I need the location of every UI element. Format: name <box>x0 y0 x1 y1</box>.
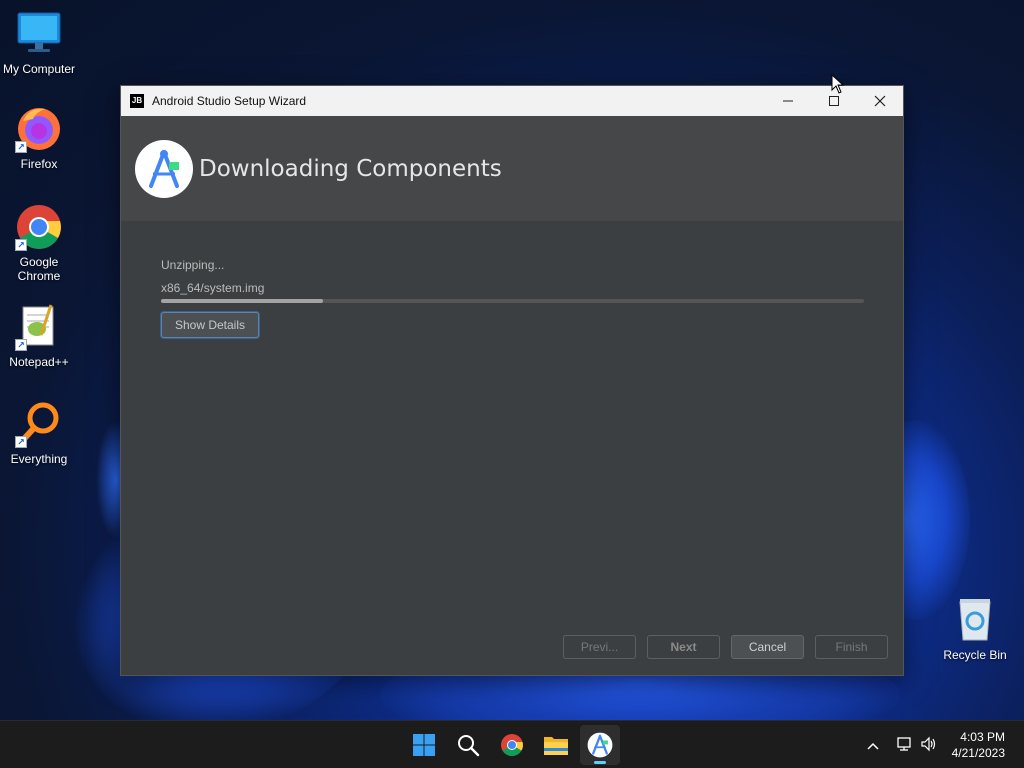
desktop-icon-label: Firefox <box>20 157 58 171</box>
previous-button[interactable]: Previ... <box>563 635 636 659</box>
taskbar: 4:03 PM 4/21/2023 <box>0 720 1024 768</box>
progress-bar <box>161 299 864 303</box>
clock-time: 4:03 PM <box>960 730 1005 744</box>
monitor-icon <box>15 10 63 58</box>
everything-search-icon: ↗ <box>15 400 63 448</box>
shortcut-arrow-icon: ↗ <box>15 141 27 153</box>
status-text: Unzipping... <box>161 258 225 272</box>
shortcut-arrow-icon: ↗ <box>15 339 27 351</box>
windows-start-icon <box>413 734 435 756</box>
window-title: Android Studio Setup Wizard <box>152 94 307 108</box>
search-icon <box>458 735 480 757</box>
desktop-icon-label: Notepad++ <box>9 355 69 369</box>
wizard-header: Downloading Components <box>121 116 903 221</box>
taskbar-file-explorer-button[interactable] <box>536 725 576 765</box>
chrome-icon <box>501 734 523 756</box>
system-tray: 4:03 PM 4/21/2023 <box>862 721 1024 768</box>
desktop-icon-recycle-bin[interactable]: Recycle Bin <box>935 596 1015 662</box>
minimize-icon <box>783 100 793 102</box>
shortcut-arrow-icon: ↗ <box>15 239 27 251</box>
page-title: Downloading Components <box>199 155 502 182</box>
desktop-icon-firefox[interactable]: ↗ Firefox <box>0 105 79 171</box>
file-explorer-icon <box>544 737 568 755</box>
mouse-cursor-icon <box>831 73 845 99</box>
minimize-button[interactable] <box>765 86 811 116</box>
desktop-icon-google-chrome[interactable]: ↗ Google Chrome <box>0 203 79 283</box>
desktop-icon-label: Google Chrome <box>17 255 61 283</box>
show-details-button[interactable]: Show Details <box>161 312 259 338</box>
recycle-bin-icon <box>951 596 999 644</box>
show-hidden-icons-chevron-up-icon[interactable] <box>862 737 884 753</box>
desktop-icon-notepad-plus-plus[interactable]: ↗ Notepad++ <box>0 303 79 369</box>
cancel-button[interactable]: Cancel <box>731 635 804 659</box>
close-button[interactable] <box>857 86 903 116</box>
download-progress-panel: Unzipping... x86_64/system.img Show Deta… <box>161 258 865 338</box>
volume-icon[interactable] <box>918 736 940 755</box>
network-icon[interactable] <box>894 736 916 755</box>
current-file-text: x86_64/system.img <box>161 281 265 295</box>
android-studio-icon <box>587 732 613 758</box>
wizard-footer: Previ... Next Cancel Finish <box>563 635 888 659</box>
clock-date: 4/21/2023 <box>951 746 1005 760</box>
taskbar-search-button[interactable] <box>448 725 488 765</box>
finish-button[interactable]: Finish <box>815 635 888 659</box>
android-studio-icon <box>135 139 193 198</box>
taskbar-chrome-button[interactable] <box>492 725 532 765</box>
chrome-icon: ↗ <box>15 203 63 251</box>
close-icon <box>874 95 886 107</box>
desktop-icon-label: Recycle Bin <box>943 648 1007 662</box>
jetbrains-icon: JB <box>130 94 144 108</box>
desktop-icon-everything[interactable]: ↗ Everything <box>0 400 79 466</box>
setup-wizard-window: JB Android Studio Setup Wizard Downloadi… <box>120 85 904 676</box>
desktop-icon-label: My Computer <box>2 62 76 76</box>
taskbar-android-studio-button[interactable] <box>580 725 620 765</box>
desktop-icon-my-computer[interactable]: My Computer <box>0 10 79 76</box>
window-titlebar[interactable]: JB Android Studio Setup Wizard <box>121 86 903 116</box>
firefox-icon: ↗ <box>15 105 63 153</box>
notepad-plus-plus-icon: ↗ <box>15 303 63 351</box>
shortcut-arrow-icon: ↗ <box>15 436 27 448</box>
progress-bar-fill <box>161 299 323 303</box>
start-button[interactable] <box>404 725 444 765</box>
desktop-icon-label: Everything <box>10 452 68 466</box>
next-button[interactable]: Next <box>647 635 720 659</box>
taskbar-clock[interactable]: 4:03 PM 4/21/2023 <box>940 729 1024 761</box>
taskbar-apps <box>404 725 620 765</box>
